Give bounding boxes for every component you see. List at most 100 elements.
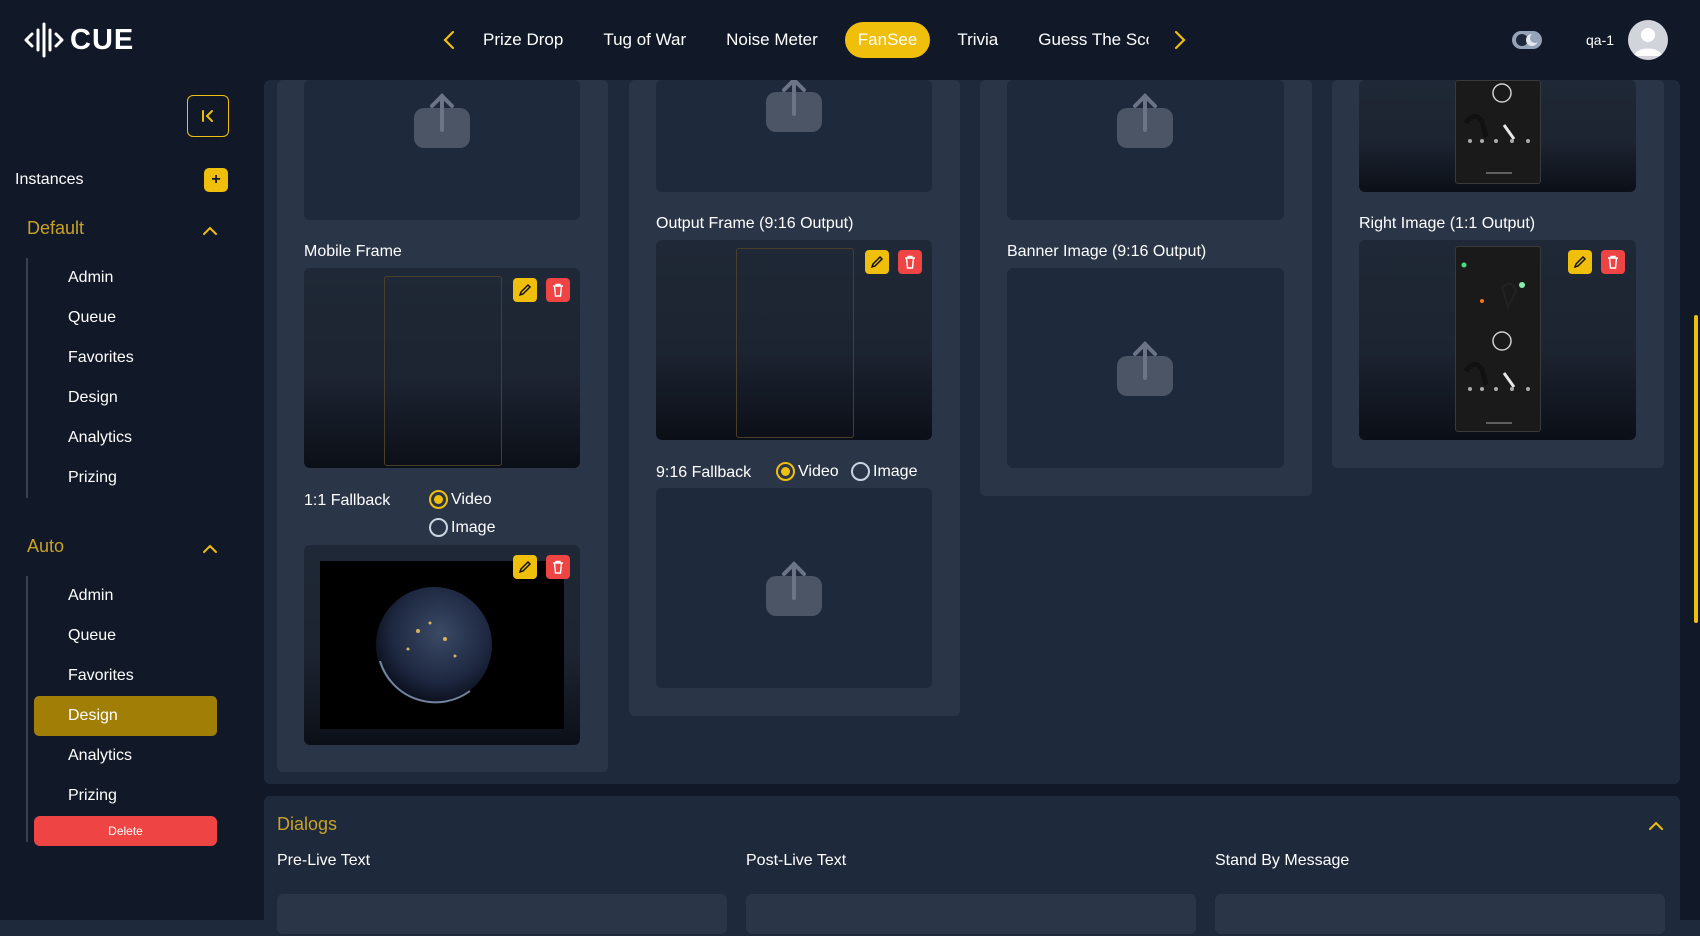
upload-dropzone[interactable] xyxy=(656,80,932,192)
pencil-icon xyxy=(870,255,884,269)
trash-icon xyxy=(553,560,563,574)
stand-by-message-field[interactable] xyxy=(1215,894,1665,934)
right-image-label: Right Image (1:1 Output) xyxy=(1359,215,1536,232)
tab-prize-drop[interactable]: Prize Drop xyxy=(470,22,576,58)
edit-button[interactable] xyxy=(513,278,537,302)
upload-icon xyxy=(1117,341,1173,396)
logo[interactable]: CUE xyxy=(24,20,134,60)
trash-icon xyxy=(905,255,915,269)
column-output: Output Frame (9:16 Output) 9:16 Fallback… xyxy=(629,80,960,716)
top-bar: CUE Prize Drop Tug of War Noise Meter Fa… xyxy=(0,0,1700,80)
upload-icon xyxy=(1117,93,1173,148)
fallback-1-1-image-radio[interactable]: Image xyxy=(429,518,495,537)
fallback-9-16-label: 9:16 Fallback xyxy=(656,464,752,481)
pencil-icon xyxy=(518,283,532,297)
tab-trivia[interactable]: Trivia xyxy=(944,22,1011,58)
upload-icon xyxy=(766,80,822,132)
sidebar-item-auto-design[interactable]: Design xyxy=(34,696,217,736)
user-name[interactable]: qa-1 xyxy=(1586,32,1614,48)
sidebar-item-auto-queue[interactable]: Queue xyxy=(34,616,217,656)
mobile-frame-label: Mobile Frame xyxy=(304,243,402,260)
logo-text: CUE xyxy=(70,23,135,56)
output-frame-preview xyxy=(656,240,932,440)
group-title-default[interactable]: Default xyxy=(27,218,84,239)
tab-fansee[interactable]: FanSee xyxy=(844,22,931,58)
chevron-up-icon[interactable] xyxy=(202,223,218,235)
activation-tabs: Prize Drop Tug of War Noise Meter FanSee… xyxy=(470,21,1149,59)
group-divider xyxy=(26,258,28,498)
upload-dropzone[interactable] xyxy=(1007,268,1284,468)
collapse-sidebar-button[interactable] xyxy=(187,95,229,137)
scrollbar[interactable] xyxy=(1694,315,1698,623)
dialogs-section: Dialogs Pre-Live Text Post-Live Text Sta… xyxy=(264,796,1680,936)
pencil-icon xyxy=(518,560,532,574)
sidebar-item-auto-prizing[interactable]: Prizing xyxy=(34,776,217,816)
column-banner: Banner Image (9:16 Output) xyxy=(980,80,1312,496)
right-image-preview xyxy=(1359,240,1636,440)
tabs-next-arrow-icon[interactable] xyxy=(1168,26,1192,54)
instances-label: Instances xyxy=(15,171,84,188)
edit-button[interactable] xyxy=(1568,250,1592,274)
avatar[interactable] xyxy=(1628,20,1668,60)
sidebar-item-default-prizing[interactable]: Prizing xyxy=(34,458,217,498)
tab-tug-of-war[interactable]: Tug of War xyxy=(590,22,699,58)
edit-button[interactable] xyxy=(865,250,889,274)
sidebar-item-default-queue[interactable]: Queue xyxy=(34,298,217,338)
delete-instance-button[interactable]: Delete xyxy=(34,816,217,846)
post-live-text-field[interactable] xyxy=(746,894,1196,934)
tabs-prev-arrow-icon[interactable] xyxy=(437,26,461,54)
chevron-up-icon[interactable] xyxy=(1648,818,1664,830)
sidebar-item-default-analytics[interactable]: Analytics xyxy=(34,418,217,458)
group-title-auto[interactable]: Auto xyxy=(27,536,64,557)
logo-waveform-icon xyxy=(24,22,64,58)
trash-icon xyxy=(553,283,563,297)
collapse-icon xyxy=(202,110,213,122)
pre-live-text-field[interactable] xyxy=(277,894,727,934)
column-mobile: Mobile Frame 1:1 Fallback Video Image xyxy=(277,80,608,772)
theme-toggle-icon[interactable] xyxy=(1512,30,1542,50)
sidebar-item-default-admin[interactable]: Admin xyxy=(34,258,217,298)
main-content: Mobile Frame 1:1 Fallback Video Image Ou… xyxy=(244,80,1700,936)
delete-button[interactable] xyxy=(546,278,570,302)
trash-icon xyxy=(1608,255,1618,269)
fallback-1-1-preview xyxy=(304,545,580,745)
delete-button[interactable] xyxy=(546,555,570,579)
sidebar-item-auto-analytics[interactable]: Analytics xyxy=(34,736,217,776)
dialogs-title: Dialogs xyxy=(277,814,338,834)
earth-video-thumbnail xyxy=(320,561,564,729)
phone-frame-image xyxy=(736,248,854,438)
stand-by-message-label: Stand By Message xyxy=(1215,852,1350,869)
sidebar-item-auto-admin[interactable]: Admin xyxy=(34,576,217,616)
delete-button[interactable] xyxy=(1601,250,1625,274)
fallback-9-16-image-radio[interactable]: Image xyxy=(851,462,917,481)
pre-live-text-label: Pre-Live Text xyxy=(277,852,371,869)
sidebar-item-default-design[interactable]: Design xyxy=(34,378,217,418)
phone-frame-image xyxy=(384,276,502,466)
tab-noise-meter[interactable]: Noise Meter xyxy=(713,22,831,58)
group-divider xyxy=(26,576,28,842)
edit-button[interactable] xyxy=(513,555,537,579)
upload-icon xyxy=(766,561,822,616)
upload-dropzone[interactable] xyxy=(656,488,932,688)
add-instance-button[interactable]: + xyxy=(204,168,228,192)
pencil-icon xyxy=(1573,255,1587,269)
tab-guess-the-score[interactable]: Guess The Score xyxy=(1025,22,1149,58)
fallback-1-1-video-radio[interactable]: Video xyxy=(429,490,492,509)
fallback-1-1-label: 1:1 Fallback xyxy=(304,492,391,509)
sidebar-item-auto-favorites[interactable]: Favorites xyxy=(34,656,217,696)
fallback-9-16-video-radio[interactable]: Video xyxy=(776,462,839,481)
sidebar-item-default-favorites[interactable]: Favorites xyxy=(34,338,217,378)
column-right-image: Right Image (1:1 Output) xyxy=(1332,80,1664,468)
output-frame-label: Output Frame (9:16 Output) xyxy=(656,215,854,232)
chevron-up-icon[interactable] xyxy=(202,541,218,553)
post-live-text-label: Post-Live Text xyxy=(746,852,847,869)
upload-dropzone[interactable] xyxy=(1007,80,1284,220)
upload-dropzone[interactable] xyxy=(304,80,580,220)
delete-button[interactable] xyxy=(898,250,922,274)
sidebar: Instances + Default Admin Queue Favorite… xyxy=(0,80,244,920)
banner-image-label: Banner Image (9:16 Output) xyxy=(1007,243,1207,260)
upload-icon xyxy=(414,93,470,148)
image-preview xyxy=(1359,80,1636,192)
phone-screenshot-image xyxy=(1455,80,1541,184)
phone-screenshot-image xyxy=(1455,246,1541,432)
